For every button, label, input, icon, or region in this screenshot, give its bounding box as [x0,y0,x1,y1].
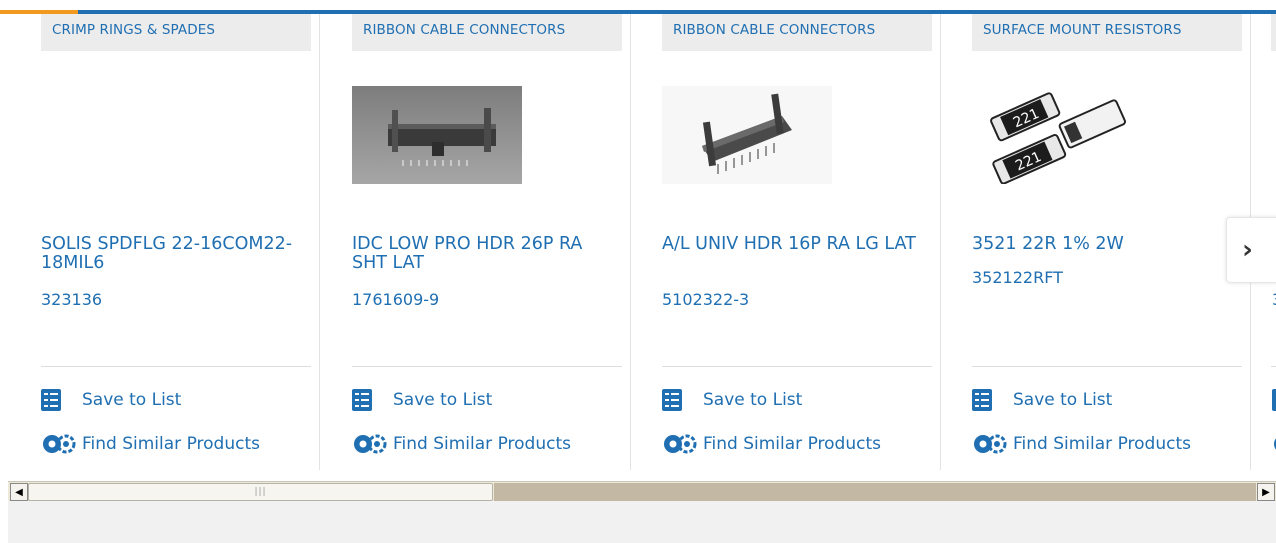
scroll-left-arrow-icon[interactable]: ◀ [10,483,28,501]
part-number[interactable]: 5102322-3 [662,290,749,309]
list-icon [352,389,372,411]
product-title[interactable]: 3521 22R 1% 2W [972,235,1242,254]
product-card: RIBBON CABLE CONNECTORS A/L UNIV HDR 16P… [631,14,941,470]
divider [352,366,622,367]
find-similar-button[interactable]: Find Similar Products [972,432,1191,456]
list-icon [1272,389,1276,411]
page-footer-area [8,501,1276,543]
scrollbar-track[interactable] [494,483,1256,501]
gears-icon [664,434,697,454]
find-similar-button[interactable]: Find Similar Products [662,432,881,456]
divider [972,366,1242,367]
save-to-list-button[interactable]: Save to List [41,388,181,412]
chevron-right-icon: › [1242,235,1253,265]
save-to-list-button[interactable] [1272,388,1276,412]
horizontal-scrollbar[interactable]: ◀ ||| ▶ [8,481,1276,501]
find-similar-label: Find Similar Products [82,434,260,454]
save-to-list-button[interactable]: Save to List [352,388,492,412]
find-similar-label: Find Similar Products [393,434,571,454]
part-number[interactable]: 323136 [41,290,102,309]
carousel-next-button[interactable]: › [1226,217,1276,283]
save-to-list-label: Save to List [1013,390,1113,410]
list-icon [41,389,61,411]
find-similar-label: Find Similar Products [1013,434,1191,454]
product-card: CRIMP RINGS & SPADES SOLIS SPDFLG 22-16C… [10,14,320,470]
divider [41,366,311,367]
product-image[interactable] [662,86,832,184]
save-to-list-button[interactable]: Save to List [662,388,802,412]
gears-icon [1274,438,1276,450]
category-label[interactable]: CRIMP RINGS & SPADES [41,14,311,51]
gears-icon [974,434,1007,454]
find-similar-button[interactable]: Find Similar Products [41,432,260,456]
product-image[interactable]: 221 221 [972,86,1142,184]
find-similar-button[interactable] [1272,432,1276,456]
part-number[interactable]: 352122RFT [972,268,1063,287]
category-label[interactable] [1271,14,1276,51]
part-number[interactable]: 1761609-9 [352,290,439,309]
product-image[interactable] [352,86,522,184]
divider [1271,366,1276,367]
find-similar-button[interactable]: Find Similar Products [352,432,571,456]
category-label[interactable]: RIBBON CABLE CONNECTORS [662,14,932,51]
divider [662,366,932,367]
product-card: RIBBON CABLE CONNECTORS IDC LOW PRO HDR … [321,14,631,470]
list-icon [662,389,682,411]
part-number[interactable]: 3 [1272,290,1276,309]
category-label[interactable]: SURFACE MOUNT RESISTORS [972,14,1242,51]
save-to-list-label: Save to List [393,390,493,410]
product-card: SURFACE MOUNT RESISTORS 221 221 3521 22R… [941,14,1251,470]
product-title[interactable]: A/L UNIV HDR 16P RA LG LAT [662,235,932,254]
gears-icon [43,434,76,454]
category-label[interactable]: RIBBON CABLE CONNECTORS [352,14,622,51]
product-carousel: CRIMP RINGS & SPADES SOLIS SPDFLG 22-16C… [0,14,1276,470]
list-icon [972,389,992,411]
scroll-right-arrow-icon[interactable]: ▶ [1257,483,1275,501]
find-similar-label: Find Similar Products [703,434,881,454]
save-to-list-button[interactable]: Save to List [972,388,1112,412]
product-title[interactable]: SOLIS SPDFLG 22-16COM22-18MIL6 [41,235,311,273]
scrollbar-thumb[interactable]: ||| [28,483,493,501]
gears-icon [354,434,387,454]
save-to-list-label: Save to List [82,390,182,410]
product-title[interactable]: IDC LOW PRO HDR 26P RA SHT LAT [352,235,622,273]
save-to-list-label: Save to List [703,390,803,410]
